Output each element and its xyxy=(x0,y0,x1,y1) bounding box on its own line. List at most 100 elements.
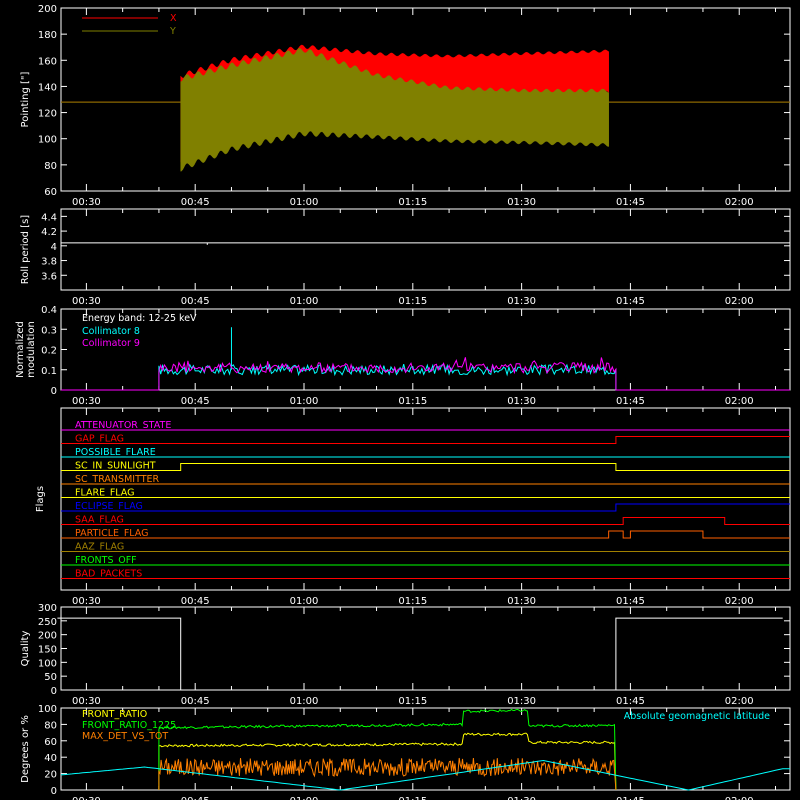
x-tick-label: 01:45 xyxy=(616,796,645,800)
flag-label: GAP_FLAG xyxy=(75,434,124,445)
x-tick-label: 01:45 xyxy=(616,596,645,607)
quality-panel: 00:30 00:45 01:00 01:15 01:30 01:45 02:00 0 50 10… xyxy=(20,603,791,707)
x-tick-label: 00:30 xyxy=(72,197,101,208)
flags-panel: 00:30 00:45 01:00 01:15 01:30 01:45 02:00 Flags… xyxy=(35,407,791,607)
x-tick-label: 01:00 xyxy=(290,197,319,208)
flag-trace xyxy=(61,530,790,539)
quality-line xyxy=(57,617,783,691)
latitude-label: Absolute geomagnetic latitude xyxy=(624,711,770,722)
x-tick-label: 02:00 xyxy=(725,296,754,307)
y-tick-label: 60 xyxy=(44,187,57,198)
flag-label: POSSIBLE_FLARE xyxy=(75,447,156,458)
x-tick-label: 02:00 xyxy=(725,596,754,607)
x-tick-label: 02:00 xyxy=(725,796,754,800)
y-tick-label: 50 xyxy=(44,672,57,683)
series-y: Y xyxy=(61,26,790,172)
flag-trace xyxy=(61,517,790,525)
x-tick-label: 00:45 xyxy=(181,696,210,707)
flag-saa-flag: SAA_FLAG xyxy=(61,515,790,526)
x-tick-label: 01:00 xyxy=(290,796,319,800)
x-tick-label: 01:15 xyxy=(398,696,427,707)
x-tick-label: 01:45 xyxy=(616,197,645,208)
y-axis-label: Flags xyxy=(35,486,46,512)
roll-period-panel: 00:30 00:45 01:00 01:15 01:30 01:45 02:00 3.6 3.… xyxy=(20,208,791,307)
flag-trace xyxy=(61,503,790,512)
flag-flare-flag: FLARE_FLAG xyxy=(61,488,790,499)
x-tick-label: 01:00 xyxy=(290,296,319,307)
x-tick-label: 01:15 xyxy=(398,796,427,800)
flag-label: ATTENUATOR_STATE xyxy=(75,420,171,431)
flag-aaz-flag: AAZ_FLAG xyxy=(61,542,790,553)
y-tick-label: 0.2 xyxy=(41,346,57,357)
x-tick-label: 01:15 xyxy=(398,596,427,607)
pointing-panel: 00:30 00:45 01:00 01:15 01:30 01:45 02:00 60 80 1… xyxy=(20,4,791,208)
x-tick-label: 01:30 xyxy=(507,197,536,208)
x-tick-label: 01:15 xyxy=(398,396,427,407)
modulation-panel: 00:30 00:45 01:00 01:15 01:30 01:45 02:00 0 0.1 0… xyxy=(15,305,791,407)
x-tick-label: 01:15 xyxy=(398,197,427,208)
y-tick-label: 80 xyxy=(44,720,57,731)
x-tick-label: 01:30 xyxy=(507,596,536,607)
flag-attenuator-state: ATTENUATOR_STATE xyxy=(61,420,790,431)
flag-label: FRONTS_OFF xyxy=(75,555,137,566)
series-line xyxy=(158,757,617,791)
y-tick-label: 4.4 xyxy=(41,212,57,223)
y-tick-label: 250 xyxy=(38,617,57,628)
x-tick-label: 01:45 xyxy=(616,696,645,707)
y-tick-label: 20 xyxy=(44,770,57,781)
y-tick-label: 140 xyxy=(38,82,57,93)
x-tick-label: 02:00 xyxy=(725,396,754,407)
flag-label: SC_TRANSMITTER xyxy=(75,474,160,485)
x-tick-label: 00:30 xyxy=(72,596,101,607)
x-tick-label: 01:45 xyxy=(616,396,645,407)
plot-canvas: 00:30 00:45 01:00 01:15 01:30 01:45 02:00 60 80 1… xyxy=(15,4,791,800)
y-tick-label: 0 xyxy=(51,786,57,797)
series-front-ratio-1225: FRONT_RATIO_1225 xyxy=(82,708,617,791)
flag-gap-flag: GAP_FLAG xyxy=(61,434,790,445)
y-axis-label: Normalized xyxy=(15,321,26,378)
x-tick-label: 00:45 xyxy=(181,296,210,307)
y-tick-label: 200 xyxy=(38,631,57,642)
flag-sc-in-sunlight: SC_IN_SUNLIGHT xyxy=(61,461,790,472)
y-tick-label: 120 xyxy=(38,109,57,120)
x-tick-label: 01:00 xyxy=(290,596,319,607)
plot-frame xyxy=(60,407,791,591)
legend-entry: FRONT_RATIO_1225 xyxy=(82,720,176,731)
flag-trace xyxy=(61,436,790,444)
flag-trace xyxy=(61,463,790,471)
series-collimator-8: Collimator 8 xyxy=(61,326,790,391)
y-tick-label: 0.3 xyxy=(41,325,57,336)
x-tick-label: 01:30 xyxy=(507,696,536,707)
y-tick-label: 200 xyxy=(38,4,57,15)
flag-fronts-off: FRONTS_OFF xyxy=(61,555,790,566)
series-line xyxy=(61,357,790,391)
legend-entry: Collimator 9 xyxy=(82,338,140,349)
x-tick-label: 01:30 xyxy=(507,296,536,307)
y-axis-label: Roll period [s] xyxy=(20,215,31,284)
ratios-panel: 00:30 00:45 01:00 01:15 01:30 01:45 02:00 0 20 40… xyxy=(20,704,791,800)
x-tick-label: 00:30 xyxy=(72,696,101,707)
y-tick-label: 180 xyxy=(38,30,57,41)
x-tick-label: 02:00 xyxy=(725,696,754,707)
x-tick-label: 00:45 xyxy=(181,396,210,407)
y-tick-label: 150 xyxy=(38,645,57,656)
legend-entry: Collimator 8 xyxy=(82,326,140,337)
legend-entry: X xyxy=(170,13,177,24)
x-tick-label: 00:45 xyxy=(181,596,210,607)
y-tick-label: 100 xyxy=(38,658,57,669)
y-tick-label: 0 xyxy=(51,386,57,397)
y-tick-label: 160 xyxy=(38,56,57,67)
legend-entry: FRONT_RATIO xyxy=(82,709,147,720)
plot-frame xyxy=(60,208,791,291)
y-axis-label: Pointing ["] xyxy=(20,71,31,127)
flag-label: FLARE_FLAG xyxy=(75,488,135,499)
y-axis-label: Quality xyxy=(20,631,31,667)
x-tick-label: 01:00 xyxy=(290,396,319,407)
legend-entry: MAX_DET_VS_TOT xyxy=(82,731,168,742)
y-axis-label: Degrees or % xyxy=(20,715,31,783)
x-tick-label: 01:00 xyxy=(290,696,319,707)
x-tick-label: 00:30 xyxy=(72,296,101,307)
y-tick-label: 300 xyxy=(38,603,57,614)
y-tick-label: 0 xyxy=(51,686,57,697)
x-tick-label: 01:15 xyxy=(398,296,427,307)
